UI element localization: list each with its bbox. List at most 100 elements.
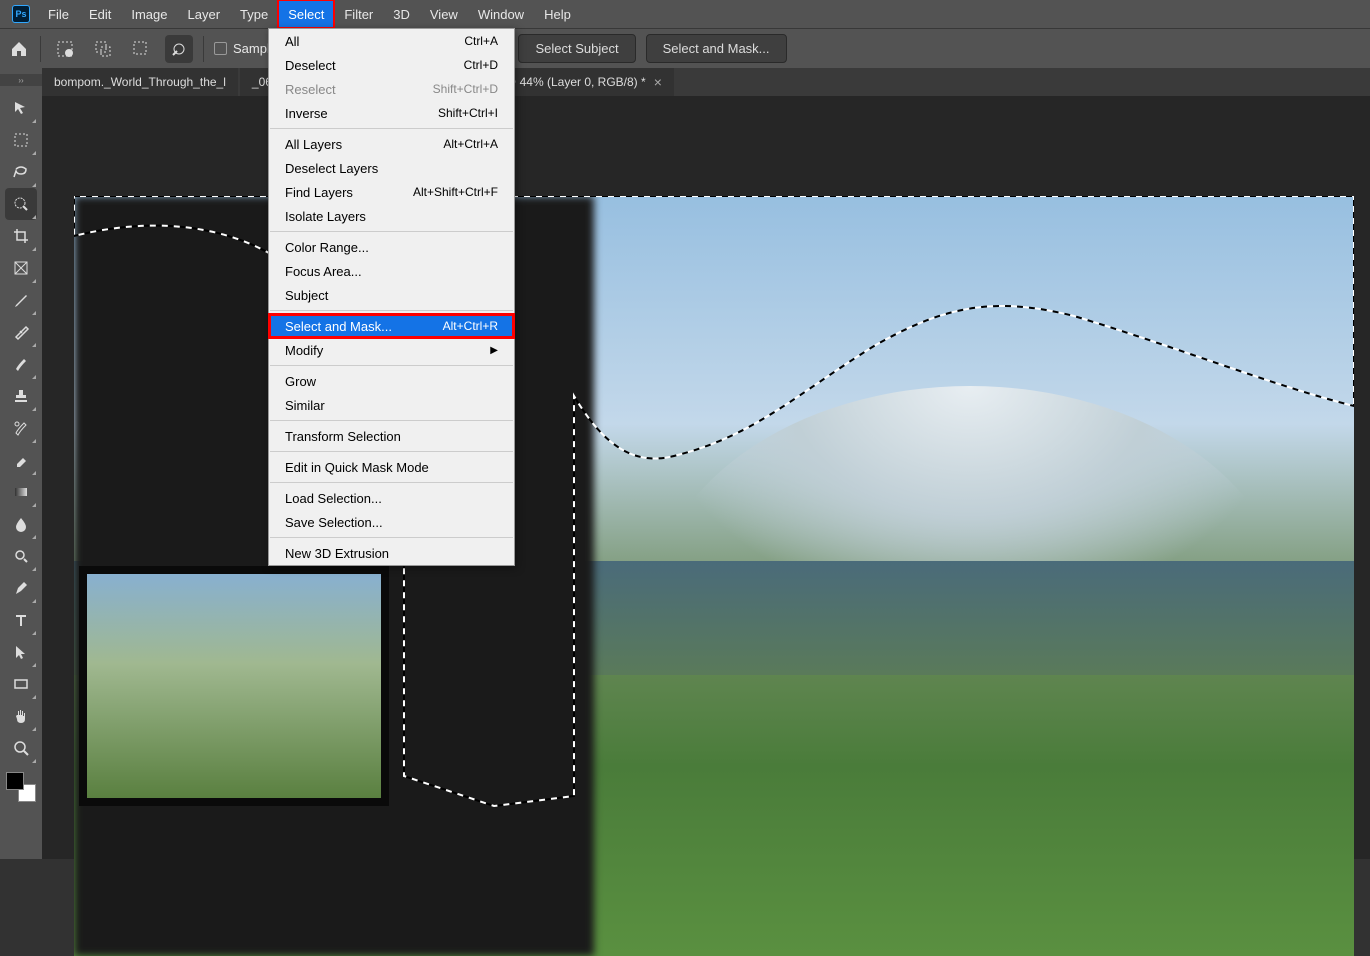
- menu-item-label: Modify: [285, 343, 323, 358]
- tool-history-brush[interactable]: [5, 412, 37, 444]
- add-selection-icon[interactable]: [89, 35, 117, 63]
- menu-item-shortcut: Alt+Shift+Ctrl+F: [413, 185, 498, 199]
- menu-edit[interactable]: Edit: [79, 0, 121, 28]
- menu-separator: [270, 420, 513, 421]
- menu-item-label: Edit in Quick Mask Mode: [285, 460, 429, 475]
- tool-gradient[interactable]: [5, 476, 37, 508]
- menu-separator: [270, 128, 513, 129]
- tool-quick-select[interactable]: [5, 188, 37, 220]
- tool-rectangle[interactable]: [5, 668, 37, 700]
- menu-item-label: Find Layers: [285, 185, 353, 200]
- tool-brush[interactable]: [5, 348, 37, 380]
- menu-item-isolate-layers[interactable]: Isolate Layers: [269, 204, 514, 228]
- tool-dodge[interactable]: [5, 540, 37, 572]
- menu-item-label: Select and Mask...: [285, 319, 392, 334]
- document-tab-bar: bompom._World_Through_the_l _0699ee56-fc…: [42, 68, 1370, 96]
- tool-healing[interactable]: [5, 316, 37, 348]
- select-subject-button[interactable]: Select Subject: [518, 34, 635, 63]
- tab-label: bompom._World_Through_the_l: [54, 75, 226, 89]
- tool-lasso[interactable]: [5, 156, 37, 188]
- menu-view[interactable]: View: [420, 0, 468, 28]
- new-selection-icon[interactable]: [51, 35, 79, 63]
- menu-item-new-3d-extrusion[interactable]: New 3D Extrusion: [269, 541, 514, 565]
- menu-layer[interactable]: Layer: [178, 0, 231, 28]
- tool-panel: ››: [0, 68, 42, 859]
- menu-separator: [270, 482, 513, 483]
- menu-bar: Ps FileEditImageLayerTypeSelectFilter3DV…: [0, 0, 1370, 28]
- tool-hand[interactable]: [5, 700, 37, 732]
- app-icon: Ps: [12, 5, 30, 23]
- menu-item-grow[interactable]: Grow: [269, 369, 514, 393]
- menu-item-all[interactable]: All Ctrl+A: [269, 29, 514, 53]
- menu-item-deselect-layers[interactable]: Deselect Layers: [269, 156, 514, 180]
- tool-crop[interactable]: [5, 220, 37, 252]
- tool-move[interactable]: [5, 92, 37, 124]
- brush-preset-icon[interactable]: [165, 35, 193, 63]
- menu-item-subject[interactable]: Subject: [269, 283, 514, 307]
- tool-zoom[interactable]: [5, 732, 37, 764]
- menu-item-label: Deselect: [285, 58, 336, 73]
- menu-item-label: Isolate Layers: [285, 209, 366, 224]
- document-canvas[interactable]: [74, 196, 1354, 956]
- menu-separator: [270, 310, 513, 311]
- tool-stamp[interactable]: [5, 380, 37, 412]
- menu-item-modify[interactable]: Modify▶: [269, 338, 514, 362]
- menu-item-all-layers[interactable]: All LayersAlt+Ctrl+A: [269, 132, 514, 156]
- menu-item-color-range[interactable]: Color Range...: [269, 235, 514, 259]
- document-tab[interactable]: bompom._World_Through_the_l: [42, 68, 238, 96]
- menu-separator: [270, 537, 513, 538]
- menu-item-edit-in-quick-mask-mode[interactable]: Edit in Quick Mask Mode: [269, 455, 514, 479]
- menu-file[interactable]: File: [38, 0, 79, 28]
- menu-item-label: All Layers: [285, 137, 342, 152]
- menu-item-select-and-mask[interactable]: Select and Mask... Alt+Ctrl+R: [269, 314, 514, 338]
- menu-item-label: Reselect: [285, 82, 336, 97]
- tool-eyedropper[interactable]: [5, 284, 37, 316]
- menu-item-save-selection[interactable]: Save Selection...: [269, 510, 514, 534]
- menu-item-deselect[interactable]: Deselect Ctrl+D: [269, 53, 514, 77]
- menu-help[interactable]: Help: [534, 0, 581, 28]
- menu-item-reselect: Reselect Shift+Ctrl+D: [269, 77, 514, 101]
- panel-collapse[interactable]: ››: [0, 74, 42, 86]
- menu-item-label: Grow: [285, 374, 316, 389]
- menu-item-shortcut: Shift+Ctrl+I: [438, 106, 498, 120]
- tool-path-select[interactable]: [5, 636, 37, 668]
- menu-3d[interactable]: 3D: [383, 0, 420, 28]
- menu-item-label: Similar: [285, 398, 325, 413]
- menu-item-label: Focus Area...: [285, 264, 362, 279]
- menu-item-shortcut: Ctrl+A: [464, 34, 498, 48]
- menu-image[interactable]: Image: [121, 0, 177, 28]
- menu-item-shortcut: Shift+Ctrl+D: [433, 82, 498, 96]
- menu-item-transform-selection[interactable]: Transform Selection: [269, 424, 514, 448]
- menu-separator: [270, 451, 513, 452]
- menu-item-label: Load Selection...: [285, 491, 382, 506]
- menu-item-label: All: [285, 34, 299, 49]
- menu-item-find-layers[interactable]: Find Layers Alt+Shift+Ctrl+F: [269, 180, 514, 204]
- menu-window[interactable]: Window: [468, 0, 534, 28]
- tool-eraser[interactable]: [5, 444, 37, 476]
- menu-select[interactable]: Select: [278, 0, 334, 28]
- tool-blur[interactable]: [5, 508, 37, 540]
- menu-item-label: New 3D Extrusion: [285, 546, 389, 561]
- tool-pen[interactable]: [5, 572, 37, 604]
- menu-item-inverse[interactable]: Inverse Shift+Ctrl+I: [269, 101, 514, 125]
- menu-separator: [270, 231, 513, 232]
- tool-frame[interactable]: [5, 252, 37, 284]
- menu-item-label: Subject: [285, 288, 328, 303]
- options-bar: Sample All Layers Auto-Enhance Select Su…: [0, 28, 1370, 68]
- menu-type[interactable]: Type: [230, 0, 278, 28]
- menu-item-shortcut: Alt+Ctrl+R: [443, 319, 498, 333]
- menu-filter[interactable]: Filter: [334, 0, 383, 28]
- close-icon[interactable]: ×: [654, 74, 662, 90]
- select-and-mask-button[interactable]: Select and Mask...: [646, 34, 787, 63]
- menu-item-similar[interactable]: Similar: [269, 393, 514, 417]
- tool-marquee[interactable]: [5, 124, 37, 156]
- menu-item-shortcut: Ctrl+D: [464, 58, 498, 72]
- menu-item-load-selection[interactable]: Load Selection...: [269, 486, 514, 510]
- foreground-background-swatch[interactable]: [6, 772, 36, 802]
- subtract-selection-icon[interactable]: [127, 35, 155, 63]
- tool-type[interactable]: [5, 604, 37, 636]
- menu-item-label: Inverse: [285, 106, 328, 121]
- canvas-area: [42, 96, 1370, 859]
- menu-item-focus-area[interactable]: Focus Area...: [269, 259, 514, 283]
- home-icon[interactable]: [8, 38, 30, 60]
